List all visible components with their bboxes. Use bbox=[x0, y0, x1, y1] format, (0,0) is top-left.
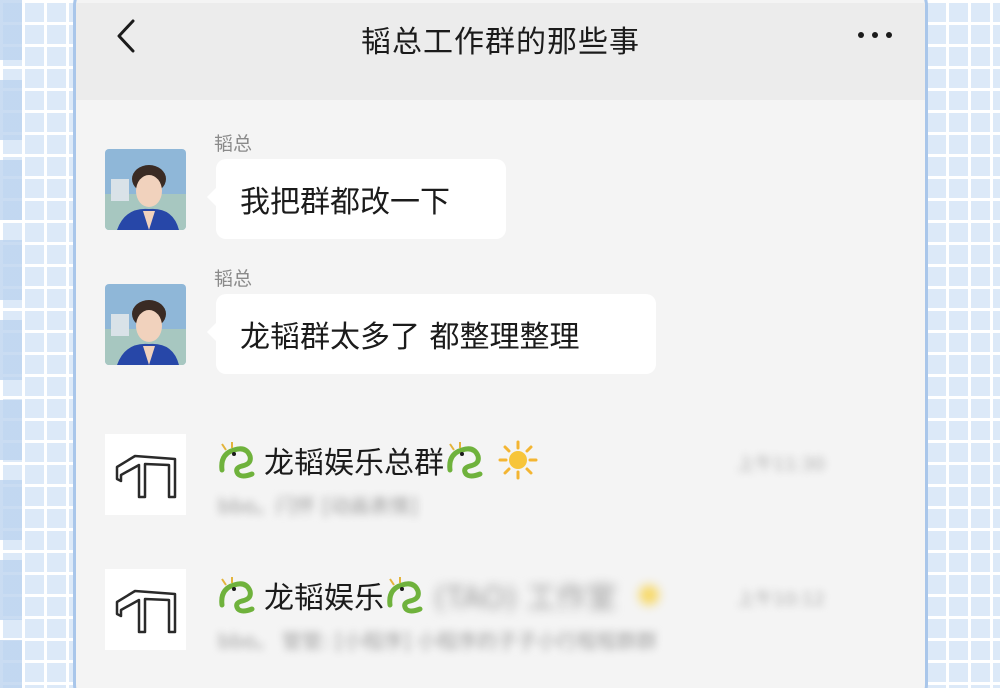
chevron-left-icon bbox=[117, 19, 135, 53]
chat-name-blurred: (TAO) 工作室 bbox=[434, 581, 617, 616]
avatar[interactable] bbox=[105, 284, 186, 365]
chat-time: 上午11:30 bbox=[737, 454, 825, 475]
more-dots-icon bbox=[858, 32, 864, 38]
sun-emoji-icon bbox=[638, 585, 659, 605]
chat-name: 龙韬娱乐 bbox=[264, 581, 384, 616]
chat-name: 龙韬娱乐总群 bbox=[264, 446, 444, 481]
sun-emoji-icon bbox=[498, 440, 538, 480]
back-button[interactable] bbox=[104, 11, 148, 61]
chat-preview: bbo。 管管: [小程序] 小程序的子子小行程程群群 bbox=[218, 629, 658, 653]
chat-title: 韬总工作群的那些事 bbox=[361, 25, 640, 60]
chat-preview: bbo。闩怀 [动画表情] bbox=[218, 494, 418, 518]
dragon-emoji-icon bbox=[219, 442, 255, 479]
dragon-emoji-icon bbox=[219, 577, 255, 614]
avatar[interactable] bbox=[105, 149, 186, 230]
sender-name: 韬总 bbox=[214, 268, 253, 290]
chat-header: 韬总工作群的那些事 bbox=[76, 3, 925, 100]
sender-name: 韬总 bbox=[214, 133, 253, 155]
phone-frame: 韬总工作群的那些事 韬总 我把群都改一下 韬总 龙韬群太多了 都整理整理 龙韬娱… bbox=[73, 0, 928, 688]
group-logo bbox=[105, 569, 186, 650]
brand-logo-icon bbox=[115, 589, 176, 633]
chat-title-row: 龙韬娱乐总群 bbox=[216, 438, 538, 482]
background-decoration bbox=[0, 0, 22, 688]
more-button[interactable] bbox=[845, 17, 905, 53]
dragon-emoji-icon bbox=[447, 442, 483, 479]
brand-logo-icon bbox=[115, 454, 176, 498]
dragon-emoji-icon bbox=[387, 577, 423, 614]
group-logo bbox=[105, 434, 186, 515]
message-bubble[interactable]: 我把群都改一下 bbox=[207, 159, 506, 239]
message-bubble[interactable]: 龙韬群太多了 都整理整理 bbox=[207, 294, 656, 374]
chat-time: 上午10:12 bbox=[737, 589, 825, 610]
chat-title-row: 龙韬娱乐 (TAO) 工作室 bbox=[216, 573, 669, 617]
